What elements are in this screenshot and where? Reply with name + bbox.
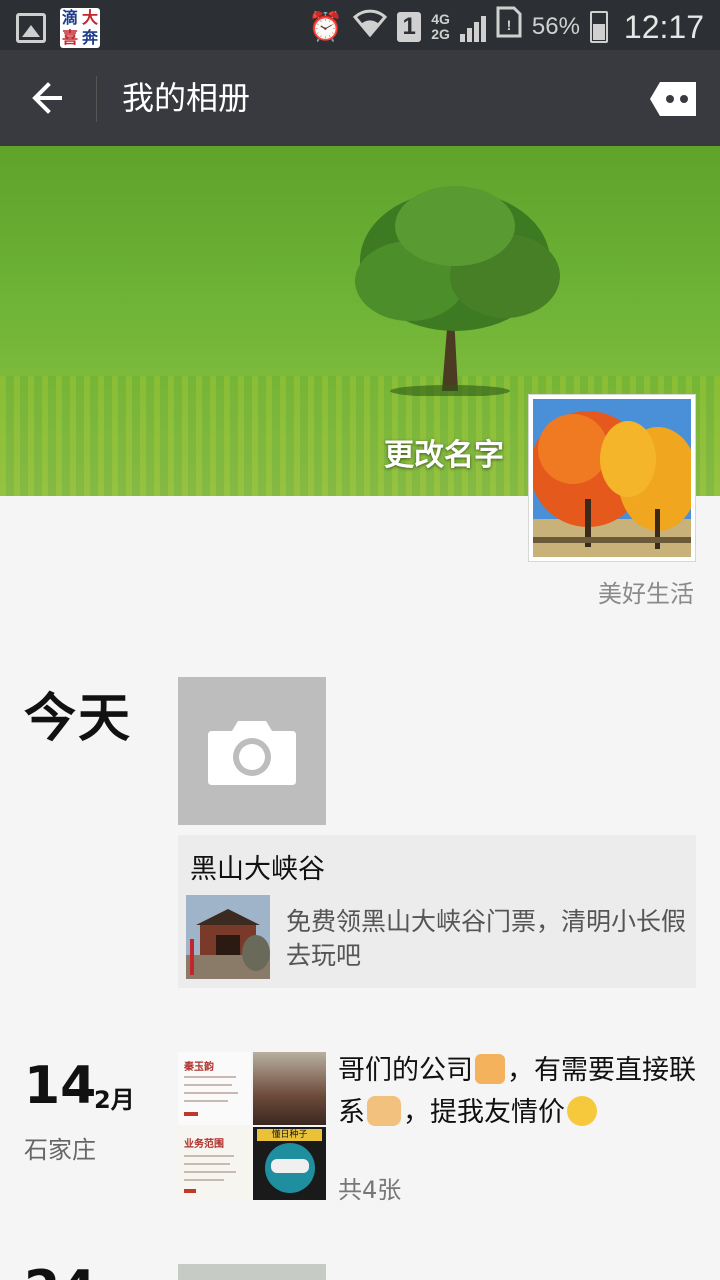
wifi-icon: [353, 7, 388, 47]
photo-grid[interactable]: 秦玉韵 业务范围 懂日种子: [178, 1052, 326, 1200]
alarm-icon: ⏰: [308, 11, 344, 42]
photo-count: 共4张: [338, 1176, 402, 1204]
shared-link-card[interactable]: 黑山大峡谷 免费领黑山大峡谷门票，清明小长假去玩吧: [178, 835, 696, 988]
profile-signature: 美好生活: [598, 580, 694, 608]
photo-thumbnail[interactable]: [178, 1264, 326, 1280]
clock: 12:17: [623, 8, 704, 45]
post-date-today: 今天: [24, 689, 133, 749]
photo-thumbnail[interactable]: [253, 1052, 326, 1125]
battery-icon: [589, 11, 608, 43]
photo-thumbnail[interactable]: 秦玉韵: [178, 1052, 251, 1125]
tree-image: [355, 186, 560, 396]
shared-link-description: 免费领黑山大峡谷门票，清明小长假去玩吧: [286, 907, 687, 970]
gallery-notification-icon: [16, 13, 46, 43]
autumn-trees-image: [533, 399, 691, 557]
photo-thumbnail[interactable]: 懂日种子: [253, 1127, 326, 1200]
network-type: 4G 2G: [431, 11, 450, 42]
signal-icon: [459, 12, 486, 42]
page-title: 我的相册: [122, 79, 251, 117]
add-photo-button[interactable]: [178, 677, 326, 825]
sim-slot-indicator: 1: [397, 12, 422, 42]
back-button[interactable]: [20, 70, 76, 126]
shared-link-thumbnail: [186, 895, 270, 979]
sim-card-icon: !: [496, 6, 522, 48]
app-notification-icon: 滴 大 喜 奔: [60, 8, 100, 48]
post-date-month: 2月: [94, 1086, 135, 1114]
avatar[interactable]: [528, 394, 696, 562]
status-bar: 滴 大 喜 奔 ⏰ 1 4G 2G ! 56% 12:17: [0, 0, 720, 50]
title-divider: [96, 76, 97, 122]
rename-button[interactable]: 更改名字: [384, 430, 504, 474]
thumbs-up-icon: [475, 1054, 505, 1084]
post-text: 哥们的公司 ，有需要直接联系 ，提我友情价: [338, 1054, 696, 1128]
title-bar: 我的相册: [0, 50, 720, 146]
photo-thumbnail[interactable]: 业务范围: [178, 1127, 251, 1200]
messages-button[interactable]: [646, 74, 700, 124]
post-location: 石家庄: [24, 1136, 96, 1164]
battery-percent: 56%: [531, 13, 580, 40]
smile-emoji-icon: [567, 1096, 597, 1126]
post-date-day: 14: [24, 1056, 97, 1116]
back-arrow-icon: [32, 82, 62, 114]
svg-text:!: !: [507, 17, 512, 33]
shared-link-title: 黑山大峡谷: [190, 854, 325, 885]
camera-icon: [208, 721, 296, 785]
message-bubble-icon: [650, 82, 696, 116]
post-date-day: 24: [24, 1262, 96, 1280]
handshake-icon: [367, 1096, 401, 1126]
